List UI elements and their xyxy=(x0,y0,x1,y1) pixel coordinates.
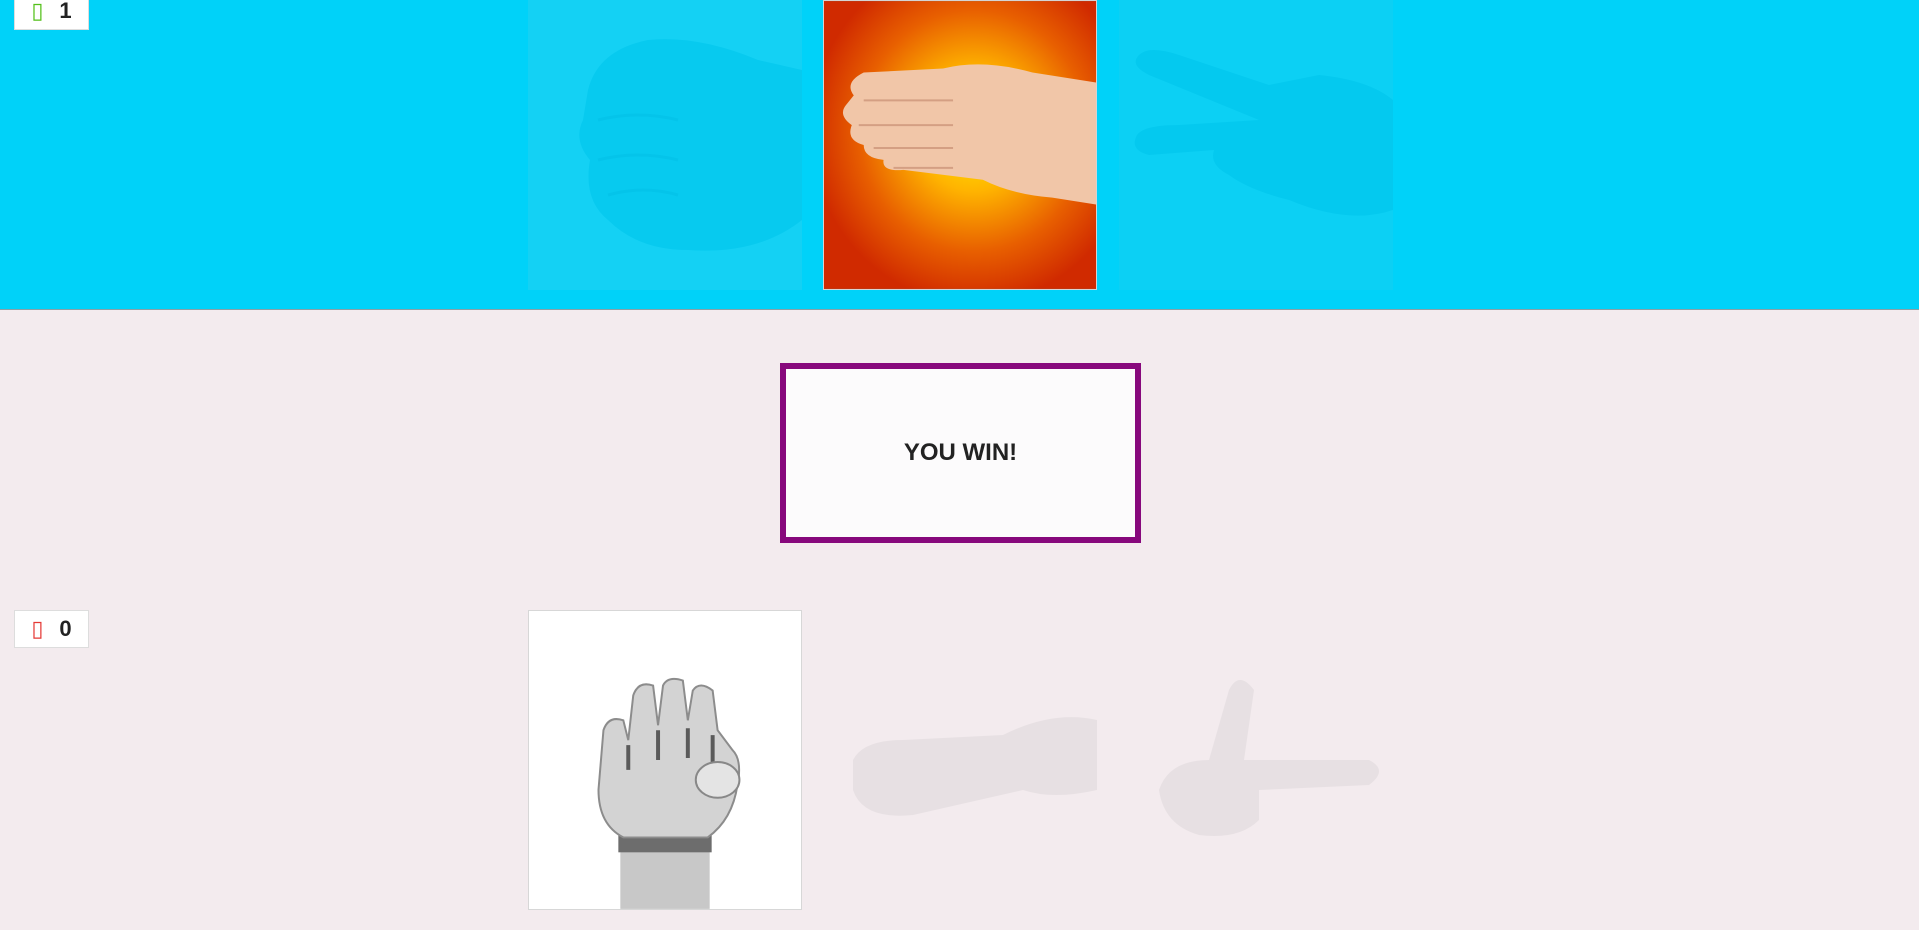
result-message: YOU WIN! xyxy=(903,439,1018,466)
human-scissors-hand-icon xyxy=(1119,0,1393,290)
player-choice-rock[interactable] xyxy=(528,0,802,290)
computer-choice-scissors xyxy=(1119,610,1393,910)
robot-scissors-hand-icon xyxy=(1119,610,1393,910)
thumbs-down-icon: ▯ xyxy=(31,616,44,641)
computer-choice-rock xyxy=(528,610,802,910)
human-fist-icon xyxy=(528,0,802,290)
player-choice-paper[interactable] xyxy=(823,0,1097,290)
thumbs-up-icon: ▯ xyxy=(31,0,44,23)
player-choice-scissors[interactable] xyxy=(1119,0,1393,290)
robot-fist-icon xyxy=(529,611,801,909)
robot-flat-hand-icon xyxy=(823,610,1097,910)
player-score-badge: ▯ 1 xyxy=(14,0,89,30)
computer-score-badge: ▯ 0 xyxy=(14,610,89,648)
computer-score-value: 0 xyxy=(59,616,72,641)
computer-choice-paper xyxy=(823,610,1097,910)
human-flat-hand-icon xyxy=(824,1,1096,289)
result-panel: YOU WIN! xyxy=(780,363,1141,543)
player-score-value: 1 xyxy=(59,0,72,23)
